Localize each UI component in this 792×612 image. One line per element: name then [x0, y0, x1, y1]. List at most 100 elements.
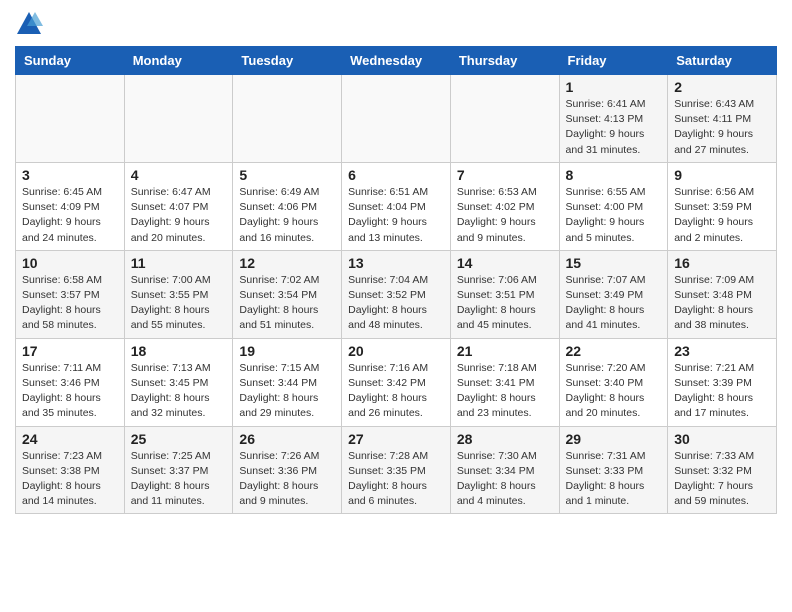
day-info: Sunrise: 7:00 AMSunset: 3:55 PMDaylight:… [131, 273, 227, 334]
calendar-cell: 27Sunrise: 7:28 AMSunset: 3:35 PMDayligh… [342, 426, 451, 514]
day-info: Sunrise: 6:58 AMSunset: 3:57 PMDaylight:… [22, 273, 118, 334]
day-number: 1 [566, 79, 662, 95]
day-info: Sunrise: 7:04 AMSunset: 3:52 PMDaylight:… [348, 273, 444, 334]
logo [15, 10, 47, 38]
weekday-header: Saturday [668, 47, 777, 75]
logo-icon [15, 10, 43, 38]
day-info: Sunrise: 6:53 AMSunset: 4:02 PMDaylight:… [457, 185, 553, 246]
day-number: 17 [22, 343, 118, 359]
day-number: 21 [457, 343, 553, 359]
day-info: Sunrise: 6:51 AMSunset: 4:04 PMDaylight:… [348, 185, 444, 246]
day-info: Sunrise: 6:47 AMSunset: 4:07 PMDaylight:… [131, 185, 227, 246]
calendar-week: 24 Sunrise: 7:23 AMSunset: 3:38 PMDayligh… [16, 426, 777, 514]
calendar-cell [450, 75, 559, 163]
weekday-header: Tuesday [233, 47, 342, 75]
day-info: Sunrise: 7:31 AMSunset: 3:33 PMDaylight:… [566, 449, 662, 510]
calendar-cell: 20 Sunrise: 7:16 AMSunset: 3:42 PMDayligh… [342, 338, 451, 426]
day-number: 24 [22, 431, 118, 447]
calendar-cell: 6 Sunrise: 6:51 AMSunset: 4:04 PMDaylight… [342, 162, 451, 250]
calendar-cell: 26Sunrise: 7:26 AMSunset: 3:36 PMDayligh… [233, 426, 342, 514]
calendar-cell: 16 Sunrise: 7:09 AMSunset: 3:48 PMDayligh… [668, 250, 777, 338]
calendar-cell [342, 75, 451, 163]
day-number: 18 [131, 343, 227, 359]
calendar-cell: 21 Sunrise: 7:18 AMSunset: 3:41 PMDayligh… [450, 338, 559, 426]
calendar-table: SundayMondayTuesdayWednesdayThursdayFrid… [15, 46, 777, 514]
calendar-week: 10 Sunrise: 6:58 AMSunset: 3:57 PMDayligh… [16, 250, 777, 338]
calendar-cell: 9 Sunrise: 6:56 AMSunset: 3:59 PMDaylight… [668, 162, 777, 250]
calendar-cell: 14 Sunrise: 7:06 AMSunset: 3:51 PMDayligh… [450, 250, 559, 338]
day-number: 6 [348, 167, 444, 183]
weekday-header: Sunday [16, 47, 125, 75]
weekday-header: Thursday [450, 47, 559, 75]
day-info: Sunrise: 7:21 AMSunset: 3:39 PMDaylight:… [674, 361, 770, 422]
calendar-cell: 1 Sunrise: 6:41 AMSunset: 4:13 PMDaylight… [559, 75, 668, 163]
calendar-week: 1 Sunrise: 6:41 AMSunset: 4:13 PMDaylight… [16, 75, 777, 163]
calendar-cell: 23 Sunrise: 7:21 AMSunset: 3:39 PMDayligh… [668, 338, 777, 426]
calendar-week: 3 Sunrise: 6:45 AMSunset: 4:09 PMDaylight… [16, 162, 777, 250]
day-number: 5 [239, 167, 335, 183]
calendar-cell: 12 Sunrise: 7:02 AMSunset: 3:54 PMDayligh… [233, 250, 342, 338]
day-number: 8 [566, 167, 662, 183]
day-info: Sunrise: 7:30 AMSunset: 3:34 PMDaylight:… [457, 449, 553, 510]
day-number: 13 [348, 255, 444, 271]
day-info: Sunrise: 7:16 AMSunset: 3:42 PMDaylight:… [348, 361, 444, 422]
calendar-cell: 28 Sunrise: 7:30 AMSunset: 3:34 PMDayligh… [450, 426, 559, 514]
calendar-cell: 17Sunrise: 7:11 AMSunset: 3:46 PMDayligh… [16, 338, 125, 426]
day-number: 19 [239, 343, 335, 359]
day-info: Sunrise: 7:13 AMSunset: 3:45 PMDaylight:… [131, 361, 227, 422]
day-number: 30 [674, 431, 770, 447]
header [15, 10, 777, 38]
calendar-body: 1 Sunrise: 6:41 AMSunset: 4:13 PMDaylight… [16, 75, 777, 514]
day-number: 10 [22, 255, 118, 271]
calendar-cell: 24 Sunrise: 7:23 AMSunset: 3:38 PMDayligh… [16, 426, 125, 514]
day-number: 16 [674, 255, 770, 271]
day-number: 15 [566, 255, 662, 271]
weekday-header: Wednesday [342, 47, 451, 75]
day-number: 7 [457, 167, 553, 183]
calendar-cell: 10 Sunrise: 6:58 AMSunset: 3:57 PMDayligh… [16, 250, 125, 338]
day-info: Sunrise: 6:41 AMSunset: 4:13 PMDaylight:… [566, 97, 662, 158]
day-number: 20 [348, 343, 444, 359]
calendar-cell: 29Sunrise: 7:31 AMSunset: 3:33 PMDayligh… [559, 426, 668, 514]
calendar-cell [233, 75, 342, 163]
day-number: 28 [457, 431, 553, 447]
day-info: Sunrise: 7:18 AMSunset: 3:41 PMDaylight:… [457, 361, 553, 422]
day-info: Sunrise: 6:43 AMSunset: 4:11 PMDaylight:… [674, 97, 770, 158]
calendar-cell: 18 Sunrise: 7:13 AMSunset: 3:45 PMDayligh… [124, 338, 233, 426]
day-info: Sunrise: 7:25 AMSunset: 3:37 PMDaylight:… [131, 449, 227, 510]
header-row: SundayMondayTuesdayWednesdayThursdayFrid… [16, 47, 777, 75]
day-number: 25 [131, 431, 227, 447]
day-number: 4 [131, 167, 227, 183]
day-info: Sunrise: 6:49 AMSunset: 4:06 PMDaylight:… [239, 185, 335, 246]
day-info: Sunrise: 7:20 AMSunset: 3:40 PMDaylight:… [566, 361, 662, 422]
calendar-cell: 19Sunrise: 7:15 AMSunset: 3:44 PMDayligh… [233, 338, 342, 426]
day-number: 2 [674, 79, 770, 95]
calendar-cell: 8 Sunrise: 6:55 AMSunset: 4:00 PMDaylight… [559, 162, 668, 250]
day-info: Sunrise: 6:45 AMSunset: 4:09 PMDaylight:… [22, 185, 118, 246]
day-number: 23 [674, 343, 770, 359]
calendar-header: SundayMondayTuesdayWednesdayThursdayFrid… [16, 47, 777, 75]
calendar-cell: 30 Sunrise: 7:33 AMSunset: 3:32 PMDayligh… [668, 426, 777, 514]
day-info: Sunrise: 7:06 AMSunset: 3:51 PMDaylight:… [457, 273, 553, 334]
day-info: Sunrise: 7:33 AMSunset: 3:32 PMDaylight:… [674, 449, 770, 510]
calendar-cell: 3 Sunrise: 6:45 AMSunset: 4:09 PMDaylight… [16, 162, 125, 250]
day-number: 14 [457, 255, 553, 271]
day-info: Sunrise: 6:56 AMSunset: 3:59 PMDaylight:… [674, 185, 770, 246]
page: SundayMondayTuesdayWednesdayThursdayFrid… [0, 0, 792, 524]
day-info: Sunrise: 7:02 AMSunset: 3:54 PMDaylight:… [239, 273, 335, 334]
calendar-cell: 25 Sunrise: 7:25 AMSunset: 3:37 PMDayligh… [124, 426, 233, 514]
calendar-cell [16, 75, 125, 163]
day-number: 9 [674, 167, 770, 183]
day-info: Sunrise: 7:23 AMSunset: 3:38 PMDaylight:… [22, 449, 118, 510]
day-info: Sunrise: 6:55 AMSunset: 4:00 PMDaylight:… [566, 185, 662, 246]
day-number: 12 [239, 255, 335, 271]
day-number: 3 [22, 167, 118, 183]
day-info: Sunrise: 7:28 AMSunset: 3:35 PMDaylight:… [348, 449, 444, 510]
calendar-cell: 15Sunrise: 7:07 AMSunset: 3:49 PMDayligh… [559, 250, 668, 338]
day-number: 22 [566, 343, 662, 359]
day-info: Sunrise: 7:09 AMSunset: 3:48 PMDaylight:… [674, 273, 770, 334]
calendar-cell [124, 75, 233, 163]
calendar-cell: 7 Sunrise: 6:53 AMSunset: 4:02 PMDaylight… [450, 162, 559, 250]
calendar-cell: 5 Sunrise: 6:49 AMSunset: 4:06 PMDaylight… [233, 162, 342, 250]
calendar-cell: 4 Sunrise: 6:47 AMSunset: 4:07 PMDaylight… [124, 162, 233, 250]
